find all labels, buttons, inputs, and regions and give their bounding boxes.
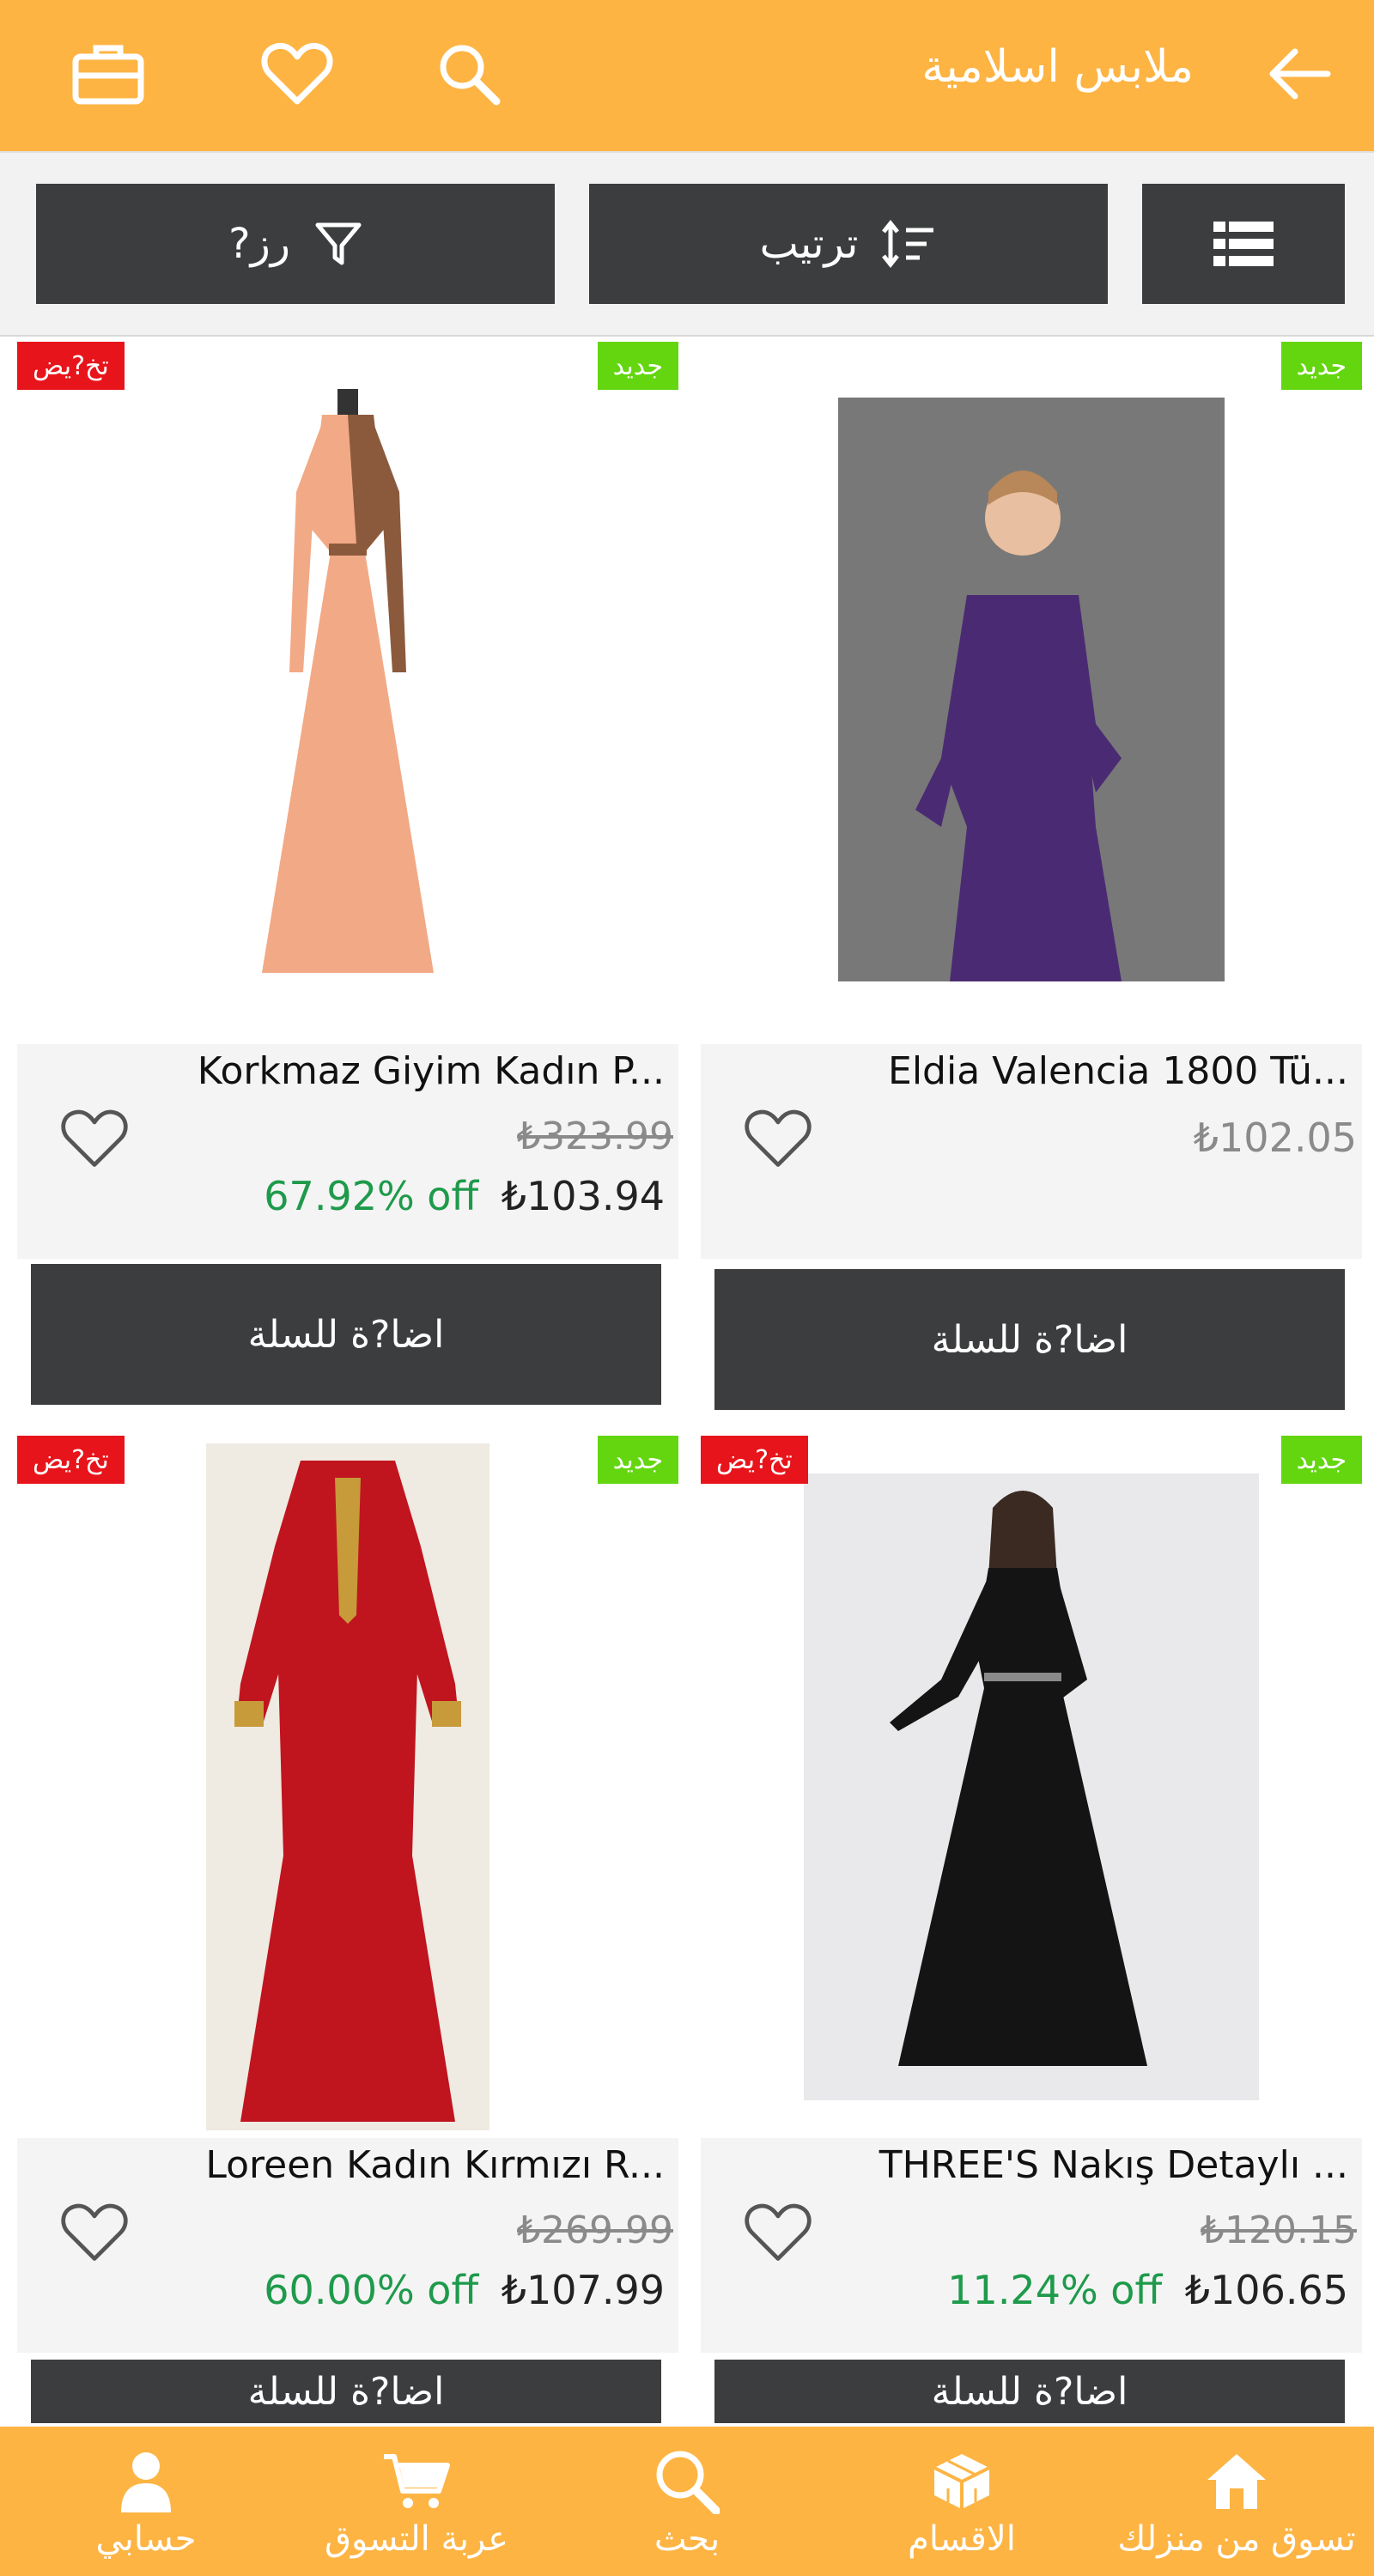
categories-icon (927, 2449, 996, 2514)
add-to-cart-button[interactable]: اضا?ة للسلة (714, 1269, 1345, 1410)
nav-label: حسابي (95, 2519, 197, 2559)
wishlist-heart-icon[interactable] (60, 1104, 129, 1173)
search-icon[interactable] (426, 31, 512, 117)
filter-button[interactable]: ?رز (36, 184, 555, 304)
nav-item-search[interactable]: بحث (601, 2427, 773, 2576)
product-info: THREE'S Nakış Detaylı ... ₺120.15 11.24%… (701, 2138, 1362, 2353)
product-card[interactable]: جديد تخ?يض Loreen Kadın Kırmızı R... ₺26… (17, 1436, 678, 2423)
filter-label: ?رز (228, 220, 290, 268)
wishlist-heart-icon[interactable] (744, 2198, 812, 2267)
product-name[interactable]: Loreen Kadın Kırmızı R... (149, 2143, 665, 2187)
product-image[interactable] (17, 342, 678, 1037)
page-title: ملابس اسلامية (921, 41, 1194, 93)
bottom-navigation: تسوق من منزلك الاقسام بحث عربة التسوق حس… (0, 2427, 1374, 2576)
product-card[interactable]: جديد تخ?يض Korkmaz Giyim Kadın P... ₺323… (17, 342, 678, 1415)
filter-sort-toolbar: ?رز ترتيب (0, 151, 1374, 337)
nav-label: بحث (654, 2519, 720, 2559)
discount-label: 11.24% off (947, 2267, 1163, 2313)
nav-item-cart[interactable]: عربة التسوق (301, 2427, 532, 2576)
product-info: Eldia Valencia 1800 Tü... ₺102.05 (701, 1044, 1362, 1259)
product-name[interactable]: Eldia Valencia 1800 Tü... (833, 1049, 1348, 1093)
price-row: 67.92% off ₺103.94 (264, 1173, 665, 1219)
product-image[interactable] (701, 342, 1362, 1037)
product-image[interactable] (17, 1436, 678, 2138)
account-icon (112, 2449, 180, 2514)
product-info: Korkmaz Giyim Kadın P... ₺323.99 67.92% … (17, 1044, 678, 1259)
home-icon (1202, 2449, 1271, 2514)
add-to-cart-button[interactable]: اضا?ة للسلة (31, 1264, 661, 1405)
nav-item-categories[interactable]: الاقسام (850, 2427, 1073, 2576)
current-price: ₺102.05 (1193, 1115, 1357, 1161)
current-price: ₺103.94 (501, 1173, 665, 1219)
current-price: ₺107.99 (501, 2267, 665, 2313)
product-info: Loreen Kadın Kırmızı R... ₺269.99 60.00%… (17, 2138, 678, 2353)
back-arrow-icon[interactable] (1255, 31, 1341, 117)
sale-badge: تخ?يض (17, 342, 125, 390)
filter-funnel-icon (315, 222, 362, 265)
product-name[interactable]: THREE'S Nakış Detaylı ... (833, 2143, 1348, 2187)
briefcase-icon[interactable] (65, 31, 151, 117)
discount-label: 60.00% off (264, 2267, 479, 2313)
list-view-icon (1213, 222, 1274, 266)
wishlist-heart-icon[interactable] (60, 2198, 129, 2267)
sort-button[interactable]: ترتيب (589, 184, 1108, 304)
new-badge: جديد (597, 1436, 678, 1484)
discount-label: 67.92% off (264, 1173, 479, 1219)
nav-item-home[interactable]: تسوق من منزلك (1099, 2427, 1374, 2576)
new-badge: جديد (1280, 1436, 1362, 1484)
product-card[interactable]: جديد Eldia Valencia 1800 Tü... ₺102.05 ا… (701, 342, 1362, 1415)
old-price: ₺269.99 (517, 2208, 673, 2252)
old-price: ₺120.15 (1201, 2208, 1357, 2252)
sort-icon (882, 220, 934, 268)
product-card[interactable]: جديد تخ?يض THREE'S Nakış Detaylı ... ₺12… (701, 1436, 1362, 2423)
app-header: ملابس اسلامية (0, 0, 1374, 151)
new-badge: جديد (1280, 342, 1362, 390)
sale-badge: تخ?يض (701, 1436, 808, 1484)
add-to-cart-button[interactable]: اضا?ة للسلة (31, 2360, 661, 2423)
favorites-heart-icon[interactable] (254, 31, 340, 117)
old-price: ₺323.99 (517, 1115, 673, 1158)
list-view-button[interactable] (1142, 184, 1345, 304)
cart-icon (382, 2449, 451, 2514)
nav-item-account[interactable]: حسابي (69, 2427, 223, 2576)
search-icon (653, 2449, 721, 2514)
nav-label: تسوق من منزلك (1117, 2519, 1356, 2559)
product-name[interactable]: Korkmaz Giyim Kadın P... (149, 1049, 665, 1093)
wishlist-heart-icon[interactable] (744, 1104, 812, 1173)
nav-label: عربة التسوق (325, 2519, 508, 2559)
product-image[interactable] (701, 1436, 1362, 2138)
add-to-cart-button[interactable]: اضا?ة للسلة (714, 2360, 1345, 2423)
new-badge: جديد (597, 342, 678, 390)
nav-label: الاقسام (908, 2519, 1016, 2559)
sale-badge: تخ?يض (17, 1436, 125, 1484)
sort-label: ترتيب (759, 220, 859, 268)
price-row: 11.24% off ₺106.65 (947, 2267, 1348, 2313)
price-row: 60.00% off ₺107.99 (264, 2267, 665, 2313)
current-price: ₺106.65 (1184, 2267, 1348, 2313)
